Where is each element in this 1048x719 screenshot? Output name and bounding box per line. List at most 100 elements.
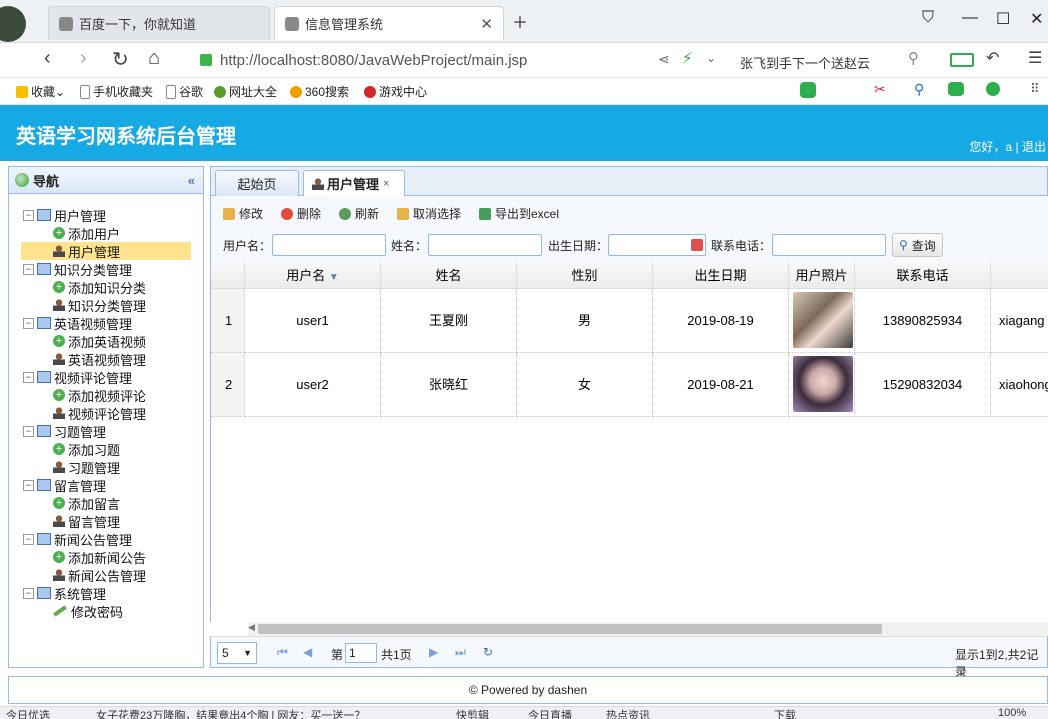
- collapse-toggle-icon[interactable]: −: [23, 425, 34, 437]
- nav-item[interactable]: 知识分类管理: [53, 296, 146, 314]
- forward-icon[interactable]: ›: [80, 47, 87, 70]
- nav-group[interactable]: − 知识分类管理: [23, 260, 132, 278]
- nav-group[interactable]: − 英语视频管理: [23, 314, 132, 332]
- close-window-icon[interactable]: ✕: [1030, 9, 1043, 29]
- bookmark-favorites[interactable]: 收藏 ⌄: [16, 83, 65, 100]
- gamepad-icon[interactable]: [948, 82, 964, 96]
- nav-item[interactable]: 修改密码: [53, 602, 123, 620]
- bookmark-games[interactable]: 游戏中心: [364, 83, 427, 100]
- close-tab-icon[interactable]: ✕: [480, 15, 493, 33]
- minimize-icon[interactable]: —: [962, 9, 978, 27]
- cell-photo[interactable]: [789, 353, 855, 417]
- coin-icon[interactable]: [986, 82, 1000, 96]
- horizontal-scrollbar[interactable]: ◀: [248, 622, 1048, 636]
- scroll-left-icon[interactable]: ◀: [248, 622, 255, 633]
- first-page-icon[interactable]: ⏮: [277, 645, 288, 660]
- menu-icon[interactable]: ☰: [1028, 48, 1042, 68]
- nav-group[interactable]: − 习题管理: [23, 422, 106, 440]
- username-input[interactable]: [272, 234, 386, 256]
- nav-item[interactable]: 视频评论管理: [53, 404, 146, 422]
- cell-birth[interactable]: 2019-08-19: [653, 289, 789, 353]
- collapse-toggle-icon[interactable]: −: [23, 533, 34, 545]
- collapse-toggle-icon[interactable]: −: [23, 479, 34, 491]
- back-icon[interactable]: ‹: [44, 47, 51, 70]
- grid-header-photo[interactable]: 用户照片: [789, 262, 855, 289]
- status-item[interactable]: 下载: [774, 707, 796, 719]
- grid-header-username[interactable]: 用户名 ▼: [245, 262, 381, 289]
- last-page-icon[interactable]: ⏭: [455, 645, 466, 660]
- shirt-icon[interactable]: ⛉: [922, 9, 934, 27]
- collapse-toggle-icon[interactable]: −: [23, 317, 34, 329]
- nav-item[interactable]: 习题管理: [53, 458, 120, 476]
- query-button[interactable]: ⚲ 查询: [892, 233, 943, 257]
- battery-icon[interactable]: [950, 53, 974, 67]
- calendar-icon[interactable]: [691, 239, 703, 251]
- delete-button[interactable]: 删除: [281, 205, 321, 222]
- browser-tab-baidu[interactable]: 百度一下，你就知道: [48, 6, 270, 40]
- nav-item[interactable]: + 添加留言: [53, 494, 120, 512]
- status-item[interactable]: 今日优选: [6, 707, 50, 719]
- tab-user-management[interactable]: 用户管理 ×: [303, 170, 405, 196]
- nav-group[interactable]: − 视频评论管理: [23, 368, 132, 386]
- cell-name[interactable]: 王夏刚: [381, 289, 517, 353]
- close-tab-icon[interactable]: ×: [383, 178, 389, 190]
- search-suggestion[interactable]: 张飞到手下一个送赵云: [740, 53, 870, 72]
- search-icon[interactable]: ⚲: [908, 49, 919, 67]
- cell-username[interactable]: user2: [245, 353, 381, 417]
- scissors-icon[interactable]: ✂: [874, 81, 886, 98]
- scrollbar-thumb[interactable]: [258, 624, 882, 634]
- status-item[interactable]: 今日直播: [528, 707, 572, 719]
- cell-username[interactable]: user1: [245, 289, 381, 353]
- collapse-toggle-icon[interactable]: −: [23, 587, 34, 599]
- collapse-toggle-icon[interactable]: −: [23, 209, 34, 221]
- refresh-icon[interactable]: ↻: [483, 645, 493, 659]
- nav-item[interactable]: 用户管理: [21, 242, 191, 260]
- user-greeting[interactable]: 您好，a | 退出: [970, 138, 1046, 155]
- sort-desc-icon[interactable]: ▼: [329, 272, 339, 283]
- nav-group[interactable]: − 留言管理: [23, 476, 106, 494]
- magnifier-icon[interactable]: ⚲: [914, 81, 924, 98]
- grid-header-gender[interactable]: 性别: [517, 262, 653, 289]
- undo-icon[interactable]: ↶: [986, 48, 999, 68]
- extension-icon[interactable]: [800, 82, 816, 98]
- nav-item[interactable]: + 添加新闻公告: [53, 548, 146, 566]
- cell-extra[interactable]: xiagang: [991, 289, 1048, 353]
- cell-phone[interactable]: 15290832034: [855, 353, 991, 417]
- page-size-select[interactable]: 5 ▼: [217, 642, 257, 664]
- url-bar[interactable]: http://localhost:8080/JavaWebProject/mai…: [200, 47, 720, 73]
- apps-icon[interactable]: ⠿: [1030, 81, 1040, 97]
- status-item[interactable]: 女子花费23万隆胸，结果竟出4个胸 | 网友：买一送一？: [96, 707, 365, 719]
- share-icon[interactable]: ⋖: [658, 51, 670, 68]
- nav-item[interactable]: + 添加用户: [53, 224, 120, 242]
- cell-phone[interactable]: 13890825934: [855, 289, 991, 353]
- nav-group[interactable]: − 用户管理: [23, 206, 106, 224]
- status-item[interactable]: 快剪辑: [456, 707, 489, 719]
- edit-button[interactable]: 修改: [223, 205, 263, 222]
- new-tab-icon[interactable]: ＋: [512, 9, 528, 33]
- grid-header-name[interactable]: 姓名: [381, 262, 517, 289]
- nav-item[interactable]: 新闻公告管理: [53, 566, 146, 584]
- next-page-icon[interactable]: ▶: [429, 645, 438, 659]
- cell-name[interactable]: 张晓红: [381, 353, 517, 417]
- bolt-icon[interactable]: ⚡: [682, 49, 693, 67]
- nav-item[interactable]: + 添加英语视频: [53, 332, 146, 350]
- home-icon[interactable]: ⌂: [148, 47, 160, 70]
- tab-home[interactable]: 起始页: [215, 170, 299, 196]
- bookmark-google[interactable]: 谷歌: [166, 83, 203, 100]
- nav-item[interactable]: + 添加知识分类: [53, 278, 146, 296]
- collapse-toggle-icon[interactable]: −: [23, 263, 34, 275]
- phone-input[interactable]: [772, 234, 886, 256]
- bookmark-mobile[interactable]: 手机收藏夹: [80, 83, 153, 100]
- browser-tab-info-system[interactable]: 信息管理系统 ✕: [274, 6, 504, 40]
- grid-header-extra[interactable]: [991, 262, 1048, 289]
- cell-extra[interactable]: xiaohong: [991, 353, 1048, 417]
- cell-birth[interactable]: 2019-08-21: [653, 353, 789, 417]
- reload-icon[interactable]: ↻: [112, 47, 129, 72]
- name-input[interactable]: [428, 234, 542, 256]
- nav-group[interactable]: − 系统管理: [23, 584, 106, 602]
- grid-header-birth[interactable]: 出生日期: [653, 262, 789, 289]
- nav-item[interactable]: 留言管理: [53, 512, 120, 530]
- collapse-toggle-icon[interactable]: −: [23, 371, 34, 383]
- cell-photo[interactable]: [789, 289, 855, 353]
- nav-item[interactable]: + 添加视频评论: [53, 386, 146, 404]
